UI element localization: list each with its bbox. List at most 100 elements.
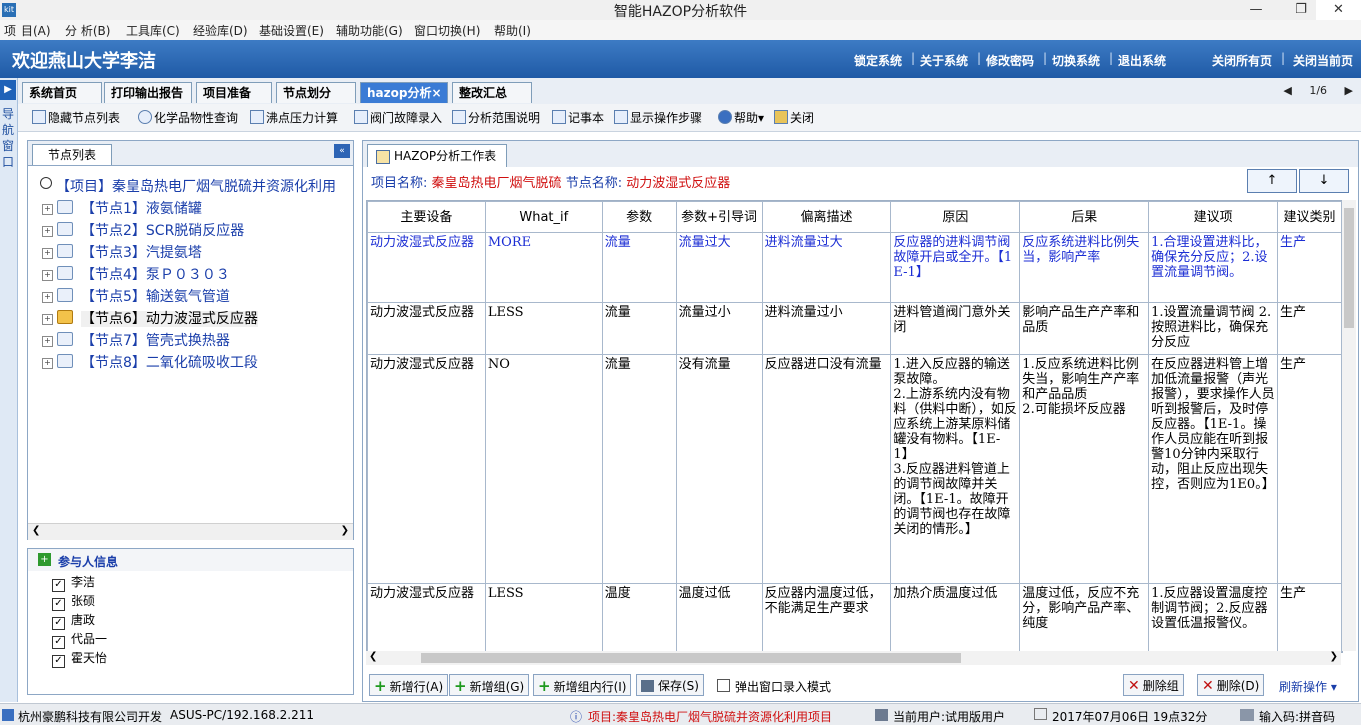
table-cell[interactable]: 生产	[1277, 583, 1342, 652]
table-cell[interactable]: 流量	[601, 302, 677, 355]
tab-hazop-worksheet[interactable]: HAZOP分析工作表	[367, 144, 507, 167]
table-cell[interactable]: 进料流量过大	[761, 232, 892, 303]
column-header[interactable]: 后果	[1019, 201, 1150, 233]
menu-item[interactable]: 帮助(I)	[494, 22, 531, 39]
expand-icon[interactable]: +	[42, 336, 53, 347]
participant-item[interactable]: ✓ 代品一	[52, 630, 107, 649]
scroll-right-icon[interactable]: ❯	[341, 525, 349, 536]
add-row-in-group-button[interactable]: + 新增组内行(I)	[533, 674, 632, 696]
table-cell[interactable]: 反应器内温度过低，不能满足生产要求	[761, 583, 892, 652]
change-password-link[interactable]: 修改密码	[986, 52, 1034, 69]
grid-horizontal-scrollbar[interactable]: ❮ ❯	[366, 651, 1341, 665]
checkbox-checked[interactable]: ✓	[52, 617, 65, 630]
tree-node-item[interactable]: + 【节点7】管壳式换热器	[42, 330, 230, 350]
table-cell[interactable]: 温度过低	[675, 583, 763, 652]
column-header[interactable]: 参数	[601, 201, 677, 233]
menu-item[interactable]: 项	[4, 22, 16, 39]
table-cell[interactable]: 进料流量过小	[761, 302, 892, 355]
tab-rectification-summary[interactable]: 整改汇总	[452, 82, 532, 103]
checkbox-unchecked[interactable]	[717, 679, 730, 692]
about-system-link[interactable]: 关于系统	[920, 52, 968, 69]
table-cell[interactable]: 1.反应器设置温度控制调节阀；2.反应器设置低温报警仪。	[1148, 583, 1279, 652]
table-cell[interactable]: 温度过低，反应不充分，影响产品产率、纯度	[1019, 583, 1150, 652]
notepad-button[interactable]: 记事本	[552, 109, 604, 127]
table-cell[interactable]: 在反应器进料管上增加低流量报警（声光报警），要求操作人员听到报警后，及时停反应器…	[1148, 354, 1279, 584]
grid-vertical-scrollbar[interactable]	[1342, 200, 1356, 651]
scroll-left-icon[interactable]: ❮	[369, 651, 377, 662]
menu-item[interactable]: 基础设置(E)	[259, 22, 324, 39]
table-cell[interactable]: MORE	[484, 232, 603, 303]
show-steps-button[interactable]: 显示操作步骤	[614, 109, 702, 127]
table-cell[interactable]: 生产	[1277, 354, 1342, 584]
table-cell[interactable]: 加热介质温度过低	[890, 583, 1021, 652]
tree-project-root[interactable]: 【项目】秦皇岛热电厂烟气脱硫并资源化利用	[40, 176, 336, 196]
tab-home[interactable]: 系统首页	[22, 82, 102, 103]
table-cell[interactable]: 反应器的进料调节阀故障开启或全开。【1E-1】	[890, 232, 1021, 303]
column-header[interactable]: 主要设备	[367, 201, 486, 233]
table-cell[interactable]: 影响产品生产产率和品质	[1019, 302, 1150, 355]
add-row-button[interactable]: + 新增行(A)	[369, 674, 449, 696]
expand-icon[interactable]: +	[42, 358, 53, 369]
table-cell[interactable]: 反应器进口没有流量	[761, 354, 892, 584]
tree-node-item[interactable]: + 【节点8】二氧化硫吸收工段	[42, 352, 258, 372]
table-row[interactable]: 动力波湿式反应器 LESS 温度 温度过低 反应器内温度过低，不能满足生产要求 …	[367, 583, 1342, 652]
table-row[interactable]: 动力波湿式反应器 MORE 流量 流量过大 进料流量过大 反应器的进料调节阀故障…	[367, 232, 1342, 303]
save-button[interactable]: 保存(S)	[636, 674, 704, 696]
table-row[interactable]: 动力波湿式反应器 LESS 流量 流量过小 进料流量过小 进料管道阀门意外关闭 …	[367, 302, 1342, 355]
table-cell[interactable]: 流量	[601, 232, 677, 303]
popup-mode-checkbox[interactable]: 弹出窗口录入模式	[717, 678, 831, 695]
scroll-left-icon[interactable]: ❮	[32, 525, 40, 536]
tab-node-division[interactable]: 节点划分	[276, 82, 356, 103]
table-cell[interactable]: 流量	[601, 354, 677, 584]
menu-item[interactable]: 工具库(C)	[126, 22, 180, 39]
delete-button[interactable]: ✕ 删除(D)	[1197, 674, 1265, 696]
close-button[interactable]: 关闭	[774, 109, 814, 127]
table-cell[interactable]: 1.反应系统进料比例失当，影响生产产率和产品品质 2.可能损坏反应器	[1019, 354, 1150, 584]
column-header[interactable]: What_if	[484, 201, 603, 233]
table-cell[interactable]: 流量过小	[675, 302, 763, 355]
collapse-panel-icon[interactable]: «	[334, 144, 350, 158]
move-down-button[interactable]: ↓	[1299, 169, 1349, 193]
table-cell[interactable]: 流量过大	[675, 232, 763, 303]
expand-nav-icon[interactable]: ▶	[0, 80, 16, 100]
valve-fault-button[interactable]: 阀门故障录入	[354, 109, 442, 127]
expand-icon[interactable]: +	[42, 314, 53, 325]
scroll-thumb[interactable]	[1344, 208, 1354, 328]
table-cell[interactable]: 生产	[1277, 302, 1342, 355]
checkbox-checked[interactable]: ✓	[52, 655, 65, 668]
table-cell[interactable]: NO	[484, 354, 603, 584]
participant-item[interactable]: ✓ 张硕	[52, 592, 95, 611]
column-header[interactable]: 建议项	[1148, 201, 1279, 233]
column-header[interactable]: 原因	[890, 201, 1021, 233]
checkbox-checked[interactable]: ✓	[52, 636, 65, 649]
collapse-icon[interactable]	[40, 177, 52, 189]
tree-node-item-selected[interactable]: + 【节点6】动力波湿式反应器	[42, 308, 258, 328]
add-group-button[interactable]: + 新增组(G)	[449, 674, 530, 696]
tree-node-item[interactable]: + 【节点1】液氨储罐	[42, 198, 202, 218]
table-cell[interactable]: LESS	[484, 302, 603, 355]
add-participant-icon[interactable]: +	[38, 553, 51, 566]
close-window-button[interactable]: ✕	[1316, 0, 1361, 20]
switch-system-link[interactable]: 切换系统	[1052, 52, 1100, 69]
move-up-button[interactable]: ↑	[1247, 169, 1297, 193]
scroll-right-icon[interactable]: ❯	[1330, 651, 1338, 662]
menu-item[interactable]: 经验库(D)	[193, 22, 248, 39]
table-cell[interactable]: 1.进入反应器的输送泵故障。 2.上游系统内没有物料（供料中断），如反应系统上游…	[890, 354, 1021, 584]
next-tab-icon[interactable]: ▶	[1345, 84, 1353, 97]
table-cell[interactable]: LESS	[484, 583, 603, 652]
tab-node-list[interactable]: 节点列表	[32, 144, 112, 165]
help-button[interactable]: 帮助▾	[718, 109, 764, 127]
participant-item[interactable]: ✓ 霍天怡	[52, 649, 107, 668]
column-header[interactable]: 参数+引导词	[675, 201, 763, 233]
expand-icon[interactable]: +	[42, 204, 53, 215]
expand-icon[interactable]: +	[42, 270, 53, 281]
lock-system-link[interactable]: 锁定系统	[854, 52, 902, 69]
minimize-button[interactable]: —	[1241, 0, 1271, 20]
table-cell[interactable]: 生产	[1277, 232, 1342, 303]
tree-node-item[interactable]: + 【节点5】输送氨气管道	[42, 286, 230, 306]
tree-horizontal-scrollbar[interactable]: ❮ ❯	[28, 523, 353, 540]
scroll-thumb[interactable]	[421, 653, 961, 663]
table-cell[interactable]: 没有流量	[675, 354, 763, 584]
table-cell[interactable]: 动力波湿式反应器	[367, 232, 486, 303]
column-header[interactable]: 建议类别	[1277, 201, 1342, 233]
